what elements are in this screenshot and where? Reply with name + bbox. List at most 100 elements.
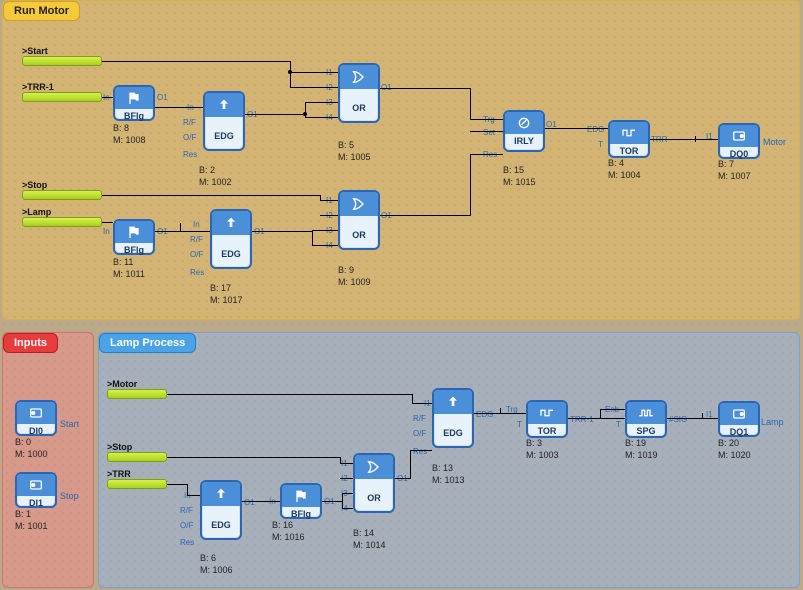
wire <box>395 478 410 479</box>
meta-bflg-3: B: 16M: 1016 <box>272 520 305 543</box>
wire-dot <box>288 70 292 74</box>
port-in: In <box>103 227 110 236</box>
block-dq0[interactable]: DQ0 <box>718 123 760 159</box>
block-irly[interactable]: IRLY <box>503 110 545 152</box>
port-t: T <box>616 420 621 429</box>
wire <box>340 463 353 464</box>
flag-icon <box>282 485 320 507</box>
signal-lamp-label: >Lamp <box>22 207 51 217</box>
port-t: T <box>517 420 522 429</box>
wire <box>568 418 625 419</box>
wire <box>320 215 338 216</box>
region-lamp: Lamp Process <box>98 332 800 588</box>
wire <box>187 484 188 495</box>
wire <box>167 484 187 485</box>
region-header-lamp: Lamp Process <box>99 333 196 353</box>
port-res: Res <box>180 538 194 547</box>
block-bflg-3[interactable]: BFlg <box>280 483 322 519</box>
block-bflg-2[interactable]: BFlg <box>113 219 155 255</box>
signal-trr-label: >TRR <box>107 469 131 479</box>
port-rf: R/F <box>180 506 193 515</box>
block-edg-1[interactable]: EDG <box>203 91 245 151</box>
out-stop: Stop <box>60 491 79 501</box>
wire <box>600 409 601 419</box>
signal-stop-label: >Stop <box>22 180 47 190</box>
block-edg-3[interactable]: EDG <box>432 388 474 448</box>
wire <box>290 87 338 88</box>
wire <box>102 97 113 98</box>
input-icon <box>17 474 55 496</box>
wire <box>342 493 343 509</box>
wire <box>312 245 338 246</box>
signal-lamp[interactable] <box>22 217 102 227</box>
port-in: In <box>193 220 200 229</box>
or-gate-icon <box>355 455 393 479</box>
block-di0[interactable]: DI0 <box>15 400 57 436</box>
wire <box>545 128 608 129</box>
wire-dot <box>303 112 307 116</box>
wire <box>342 493 353 494</box>
wire <box>155 231 210 232</box>
arrow-up-icon <box>434 390 472 414</box>
block-spg[interactable]: SPG <box>625 400 667 438</box>
signal-stop[interactable] <box>22 190 102 200</box>
region-header-inputs: Inputs <box>3 333 58 353</box>
meta-tor-1: B: 4M: 1004 <box>608 158 641 181</box>
wire <box>600 409 625 410</box>
block-or-1[interactable]: OR <box>338 63 380 123</box>
wire <box>412 403 432 404</box>
port-set: Set <box>483 128 495 137</box>
block-edg-2[interactable]: EDG <box>210 209 252 269</box>
meta-edg-1: B: 2M: 1002 <box>199 165 232 188</box>
port-of: O/F <box>183 133 196 142</box>
meta-di0: B: 0M: 1000 <box>15 437 48 460</box>
flag-icon <box>115 87 153 109</box>
signal-stop2-label: >Stop <box>107 442 132 452</box>
port-of: O/F <box>190 250 203 259</box>
block-di1[interactable]: DI1 <box>15 472 57 508</box>
meta-tor-2: B: 3M: 1003 <box>526 438 559 461</box>
block-edg-4[interactable]: EDG <box>200 480 242 540</box>
block-tor-1[interactable]: TOR <box>608 120 650 158</box>
wire <box>500 408 501 414</box>
block-bflg-1[interactable]: BFlg <box>113 85 155 121</box>
wire <box>702 413 703 419</box>
block-dq1[interactable]: DQ1 <box>718 401 760 437</box>
meta-spg: B: 19M: 1019 <box>625 438 658 461</box>
or-gate-icon <box>340 65 378 89</box>
block-tor-2[interactable]: TOR <box>526 400 568 438</box>
arrow-up-icon <box>205 93 243 117</box>
signal-stop2[interactable] <box>107 452 167 462</box>
signal-trr[interactable] <box>107 479 167 489</box>
wire <box>252 231 312 232</box>
meta-dq0: B: 7M: 1007 <box>718 159 751 182</box>
meta-bflg-1: B: 8M: 1008 <box>113 123 146 146</box>
out-lamp: Lamp <box>761 417 784 427</box>
wire <box>695 136 696 142</box>
port-res: Res <box>190 268 204 277</box>
signal-start[interactable] <box>22 56 102 66</box>
block-or-3[interactable]: OR <box>353 453 395 513</box>
out-start: Start <box>60 419 79 429</box>
meta-or-2: B: 9M: 1009 <box>338 265 371 288</box>
block-or-2[interactable]: OR <box>338 190 380 250</box>
port-sig: #SIG <box>669 415 687 424</box>
wire <box>380 88 470 89</box>
wire <box>290 61 291 88</box>
signal-trr1[interactable] <box>22 92 102 102</box>
port-edg: EDG <box>587 125 604 134</box>
wire <box>102 61 290 62</box>
wire <box>470 119 503 120</box>
wire <box>180 223 181 232</box>
signal-start-label: >Start <box>22 46 48 56</box>
meta-di1: B: 1M: 1001 <box>15 509 48 532</box>
meta-edg-4: B: 6M: 1006 <box>200 553 233 576</box>
relay-icon <box>505 112 543 134</box>
pulse-icon <box>610 122 648 144</box>
port-t: T <box>598 140 603 149</box>
wire <box>305 102 338 103</box>
signal-motor[interactable] <box>107 389 167 399</box>
port-edg-out: EDG <box>476 410 493 419</box>
signal-motor-label: >Motor <box>107 379 137 389</box>
wire <box>102 222 113 223</box>
